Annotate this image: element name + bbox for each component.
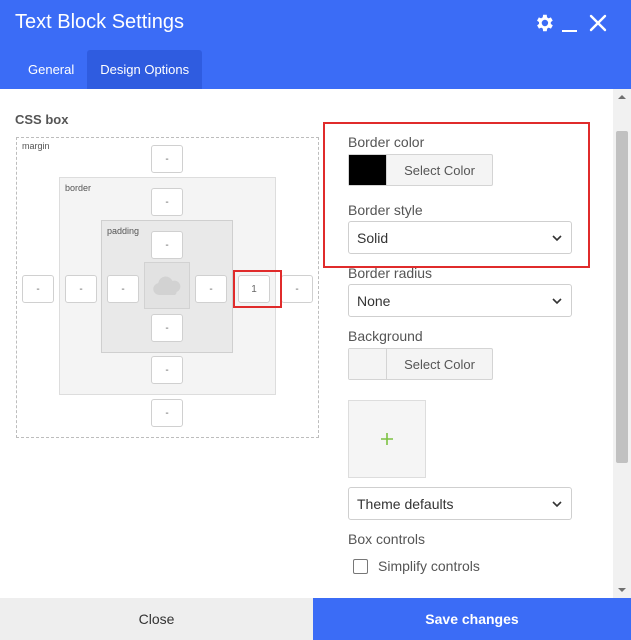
border-radius-value: None	[357, 292, 391, 309]
border-left-input[interactable]: -	[65, 275, 97, 303]
minimize-icon[interactable]	[561, 14, 579, 34]
border-right-highlight	[233, 270, 282, 308]
background-image-add[interactable]	[348, 400, 426, 478]
border-top-input[interactable]: -	[151, 188, 183, 216]
border-color-picker[interactable]: Select Color	[348, 154, 493, 186]
background-color-swatch	[349, 349, 387, 379]
box-controls-label: Box controls	[348, 531, 426, 547]
margin-right-input[interactable]: -	[281, 275, 313, 303]
border-color-label: Border color	[348, 134, 425, 150]
padding-right-input[interactable]: -	[195, 275, 227, 303]
simplify-controls-label[interactable]: Simplify controls	[378, 558, 480, 574]
border-radius-label: Border radius	[348, 265, 433, 281]
plus-icon	[381, 433, 393, 445]
padding-label: padding	[107, 226, 140, 236]
css-box-label: CSS box	[15, 112, 69, 127]
border-color-swatch	[349, 155, 387, 185]
chevron-down-icon	[552, 298, 562, 305]
scrollbar-thumb[interactable]	[616, 131, 628, 463]
margin-label: margin	[22, 141, 50, 151]
border-style-select[interactable]: Solid	[348, 221, 572, 254]
dialog-title: Text Block Settings	[15, 11, 184, 33]
background-color-button-label: Select Color	[404, 356, 475, 372]
border-label: border	[65, 183, 92, 193]
cloud-icon	[153, 276, 181, 295]
background-style-select[interactable]: Theme defaults	[348, 487, 572, 520]
chevron-down-icon	[552, 235, 562, 242]
dialog-header: Text Block Settings General Design Optio…	[0, 0, 631, 89]
background-style-value: Theme defaults	[357, 495, 454, 512]
scroll-down-icon	[618, 588, 626, 592]
simplify-controls-checkbox[interactable]	[353, 559, 368, 574]
margin-bottom-input[interactable]: -	[151, 399, 183, 427]
background-label: Background	[348, 328, 423, 344]
border-style-value: Solid	[357, 229, 389, 246]
margin-left-input[interactable]: -	[22, 275, 54, 303]
scroll-up-icon	[618, 95, 626, 99]
tab-general[interactable]: General	[15, 50, 87, 89]
close-icon[interactable]	[588, 12, 608, 34]
padding-left-input[interactable]: -	[107, 275, 139, 303]
border-color-button-label: Select Color	[404, 162, 475, 178]
background-color-picker[interactable]: Select Color	[348, 348, 493, 380]
close-button[interactable]: Close	[0, 598, 313, 640]
content-box	[144, 262, 190, 309]
border-bottom-input[interactable]: -	[151, 356, 183, 384]
save-changes-button[interactable]: Save changes	[313, 598, 631, 640]
dialog-content: CSS box margin border padding - - - - - …	[0, 89, 631, 598]
tab-design-options[interactable]: Design Options	[87, 50, 203, 89]
scrollbar[interactable]	[613, 89, 631, 598]
margin-top-input[interactable]: -	[151, 145, 183, 173]
padding-top-input[interactable]: -	[151, 231, 183, 259]
tab-bar: General Design Options	[15, 50, 203, 89]
chevron-down-icon	[552, 501, 562, 508]
border-radius-select[interactable]: None	[348, 284, 572, 317]
gear-icon[interactable]	[533, 12, 555, 34]
padding-bottom-input[interactable]: -	[151, 314, 183, 342]
border-style-label: Border style	[348, 202, 423, 218]
